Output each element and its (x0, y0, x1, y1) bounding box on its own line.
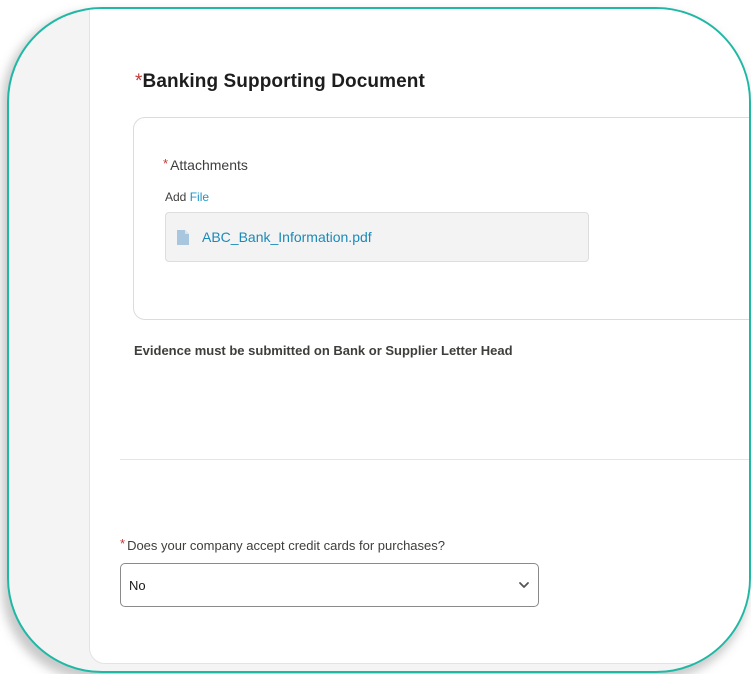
evidence-note: Evidence must be submitted on Bank or Su… (134, 343, 513, 358)
rounded-highlight-frame: *Banking Supporting Document * Attachment… (7, 7, 751, 673)
document-icon (177, 230, 189, 245)
attached-file-name[interactable]: ABC_Bank_Information.pdf (202, 229, 372, 245)
required-marker: * (163, 156, 169, 171)
add-text: Add (165, 190, 187, 204)
add-file-row: Add File (165, 190, 209, 204)
required-marker: * (135, 71, 143, 92)
credit-card-question-label: * Does your company accept credit cards f… (120, 536, 445, 553)
credit-card-question-text: Does your company accept credit cards fo… (127, 538, 445, 553)
credit-card-select[interactable]: No (120, 563, 539, 607)
screenshot-stage: *Banking Supporting Document * Attachment… (0, 0, 751, 674)
required-marker: * (120, 536, 126, 551)
attachments-label: * Attachments (163, 156, 248, 173)
attachments-panel: * Attachments Add File ABC_Bank_Informati… (133, 117, 749, 320)
add-file-link[interactable]: File (190, 190, 209, 204)
section-title: *Banking Supporting Document (135, 71, 425, 93)
attachments-label-text: Attachments (170, 157, 248, 173)
credit-card-select-value: No (129, 578, 146, 593)
attached-file[interactable]: ABC_Bank_Information.pdf (165, 212, 589, 262)
chevron-down-icon (519, 582, 529, 588)
form-card: *Banking Supporting Document * Attachment… (89, 9, 749, 664)
section-title-text: Banking Supporting Document (142, 71, 425, 92)
section-divider (120, 459, 749, 460)
